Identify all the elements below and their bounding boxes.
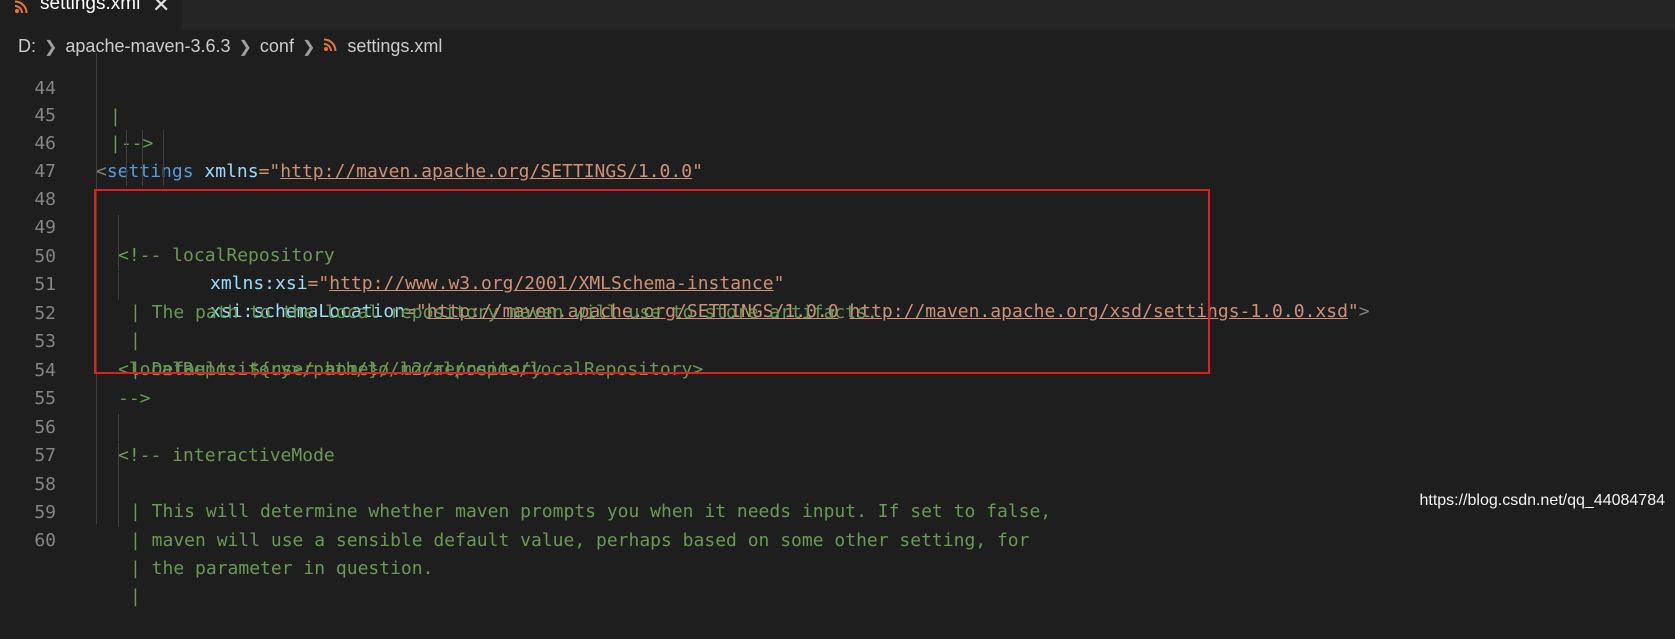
line-text: | the parameter in question. — [130, 558, 434, 579]
code-line: 44 | — [0, 47, 1675, 127]
code-line: 48 xsi:schemaLocation="http://maven.apac… — [0, 158, 1675, 322]
rss-icon — [14, 0, 28, 19]
line-text: | maven will use a sensible default valu… — [130, 530, 1030, 551]
tab-label: settings.xml — [40, 0, 141, 14]
code-line: 45 |--> — [0, 74, 1675, 154]
code-line: 47 xmlns:xsi="http://www.w3.org/2001/XML… — [0, 130, 1675, 294]
tab-bar: settings.xml ✕ — [0, 0, 1675, 30]
code-line: 46 <settings xmlns="http://maven.apache.… — [0, 102, 1675, 182]
close-icon[interactable]: ✕ — [152, 0, 170, 18]
code-line: 58 | maven will use a sensible default v… — [0, 443, 1675, 551]
watermark: https://blog.csdn.net/qq_44084784 — [1419, 492, 1665, 509]
highlight-box — [94, 189, 1210, 374]
code-line: 56 <!-- interactiveMode — [0, 386, 1675, 466]
tab-settings-xml[interactable]: settings.xml ✕ — [0, 0, 182, 30]
line-number: 60 — [34, 530, 56, 551]
line-text: | — [130, 586, 141, 607]
code-line: 57 | This will determine whether maven p… — [0, 414, 1675, 522]
